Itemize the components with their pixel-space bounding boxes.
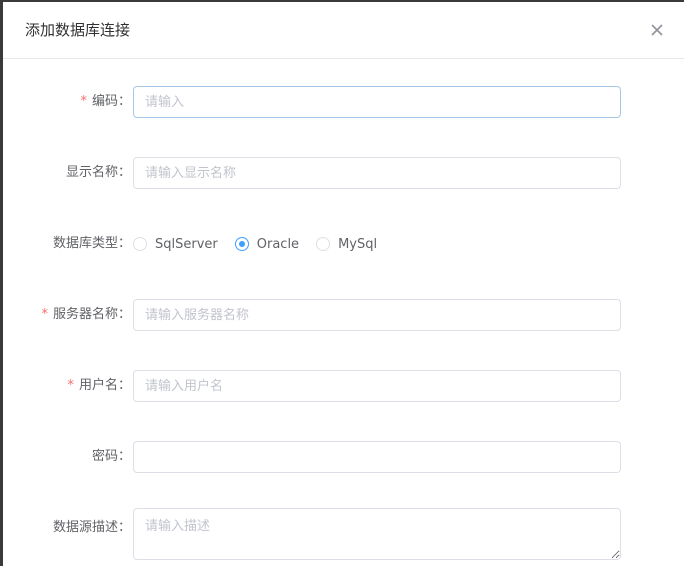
db-type-radio-group: SqlServer Oracle MySql (133, 228, 394, 260)
form-row-code: * 编码： (3, 86, 684, 118)
radio-mysql[interactable]: MySql (316, 237, 377, 252)
radio-circle-oracle[interactable] (234, 237, 249, 251)
close-icon (651, 24, 663, 36)
code-label-text: 编码： (91, 94, 131, 109)
description-label-text: 数据源描述： (52, 520, 131, 535)
radio-circle-mysql[interactable] (316, 237, 331, 251)
db-type-label-text: 数据库类型： (52, 236, 131, 251)
radio-sqlserver[interactable]: SqlServer (133, 237, 218, 252)
radio-label-mysql: MySql (338, 236, 378, 252)
radio-label-oracle: Oracle (256, 236, 300, 252)
username-label: * 用户名： (67, 370, 131, 402)
radio-label-sqlserver: SqlServer (155, 236, 218, 252)
username-label-text: 用户名： (78, 378, 131, 393)
server-name-label: * 服务器名称： (41, 299, 131, 331)
description-label: 数据源描述： (53, 512, 131, 544)
required-mark: * (41, 307, 48, 322)
add-db-connection-dialog: 添加数据库连接 * 编码： 显示名称： 数据库类型： SqlServer Orac… (3, 2, 684, 566)
server-name-label-text: 服务器名称： (52, 307, 131, 322)
form-row-server-name: * 服务器名称： (3, 299, 684, 331)
password-label: 密码： (92, 441, 131, 473)
form-row-db-type: 数据库类型： SqlServer Oracle MySql (3, 228, 684, 260)
password-label-text: 密码： (91, 449, 131, 464)
required-mark: * (80, 94, 87, 109)
form-row-username: * 用户名： (3, 370, 684, 402)
db-type-label: 数据库类型： (53, 228, 131, 260)
close-button[interactable] (648, 21, 666, 39)
display-name-label: 显示名称： (66, 157, 131, 189)
form-row-display-name: 显示名称： (3, 157, 684, 189)
username-input[interactable] (133, 370, 621, 402)
password-input[interactable] (133, 441, 621, 473)
radio-circle-sqlserver[interactable] (133, 237, 147, 251)
server-name-input[interactable] (133, 299, 621, 331)
description-textarea[interactable] (133, 508, 621, 560)
form-row-description: 数据源描述： (3, 508, 684, 560)
code-label: * 编码： (80, 86, 131, 118)
form-row-password: 密码： (3, 441, 684, 473)
dialog-title: 添加数据库连接 (25, 21, 131, 39)
dialog-header: 添加数据库连接 (3, 2, 684, 59)
display-name-label-text: 显示名称： (65, 165, 131, 180)
radio-oracle[interactable]: Oracle (234, 236, 300, 252)
required-mark: * (67, 378, 74, 393)
code-input[interactable] (133, 86, 621, 118)
display-name-input[interactable] (133, 157, 621, 189)
